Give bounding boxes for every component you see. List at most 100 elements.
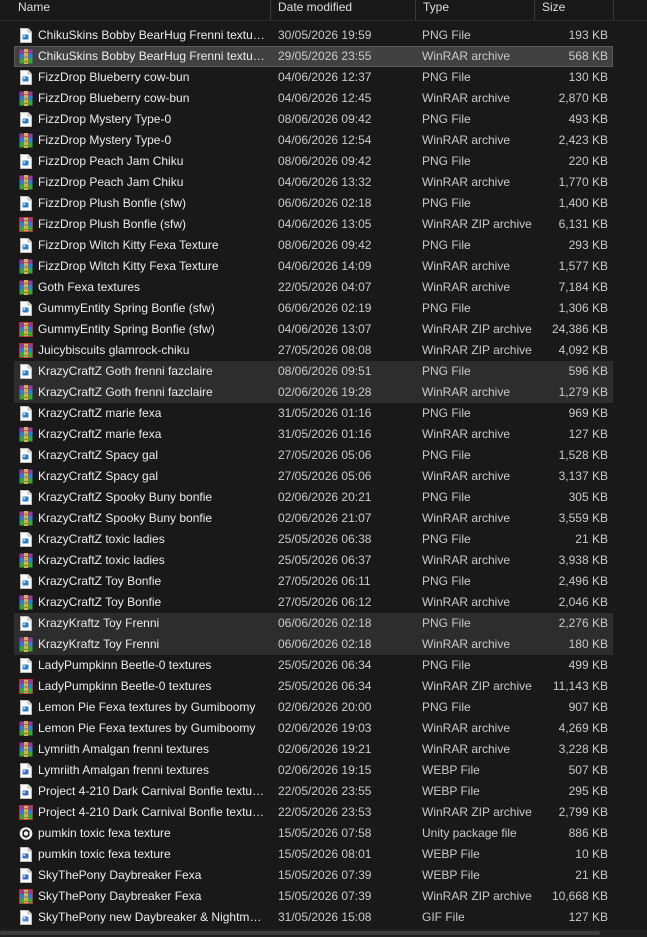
column-header-size[interactable]: Size bbox=[542, 0, 565, 20]
column-divider[interactable] bbox=[613, 0, 614, 20]
file-row[interactable]: FizzDrop Plush Bonfie (sfw) 04/06/2026 13… bbox=[14, 214, 613, 235]
column-divider[interactable] bbox=[415, 0, 416, 20]
file-size: 7,184 KB bbox=[558, 280, 608, 294]
file-row[interactable]: FizzDrop Blueberry cow-bun 04/06/2026 12:… bbox=[14, 67, 613, 88]
file-type: PNG File bbox=[422, 238, 471, 252]
winrar-archive-icon bbox=[19, 259, 33, 274]
column-header-date-modified[interactable]: Date modified bbox=[278, 0, 352, 20]
file-row[interactable]: FizzDrop Mystery Type-0 08/06/2026 09:42 P… bbox=[14, 109, 613, 130]
file-row[interactable]: KrazyCraftZ Toy Bonfie 27/05/2026 06:12 Wi… bbox=[14, 592, 613, 613]
file-size: 3,938 KB bbox=[558, 553, 608, 567]
file-date-modified: 08/06/2026 09:51 bbox=[278, 364, 372, 378]
file-date-modified: 08/06/2026 09:42 bbox=[278, 238, 372, 252]
file-row[interactable]: ChikuSkins Bobby BearHug Frenni textures… bbox=[14, 46, 613, 67]
file-type: WEBP File bbox=[422, 847, 480, 861]
file-row[interactable]: pumkin toxic fexa texture 15/05/2026 07:5… bbox=[14, 823, 613, 844]
file-name: FizzDrop Witch Kitty Fexa Texture bbox=[38, 238, 219, 252]
file-size: 596 KB bbox=[568, 364, 608, 378]
file-row[interactable]: KrazyCraftZ Spooky Buny bonfie 02/06/2026… bbox=[14, 487, 613, 508]
column-header-name[interactable]: Name bbox=[18, 0, 50, 20]
file-name: LadyPumpkinn Beetle-0 textures bbox=[38, 679, 212, 693]
file-row[interactable]: FizzDrop Blueberry cow-bun 04/06/2026 12:… bbox=[14, 88, 613, 109]
png-file-icon bbox=[19, 490, 33, 505]
file-row[interactable]: LadyPumpkinn Beetle-0 textures 25/05/2026… bbox=[14, 655, 613, 676]
file-row[interactable]: KrazyCraftZ Spooky Buny bonfie 02/06/2026… bbox=[14, 508, 613, 529]
file-date-modified: 04/06/2026 13:32 bbox=[278, 175, 372, 189]
webp-file-icon bbox=[19, 763, 33, 778]
winrar-archive-icon bbox=[19, 637, 33, 652]
file-size: 886 KB bbox=[568, 826, 608, 840]
file-row[interactable]: FizzDrop Plush Bonfie (sfw) 06/06/2026 02… bbox=[14, 193, 613, 214]
file-type: WinRAR archive bbox=[422, 553, 511, 567]
file-row[interactable]: FizzDrop Witch Kitty Fexa Texture 04/06/2… bbox=[14, 256, 613, 277]
file-row[interactable]: Lymriith Amalgan frenni textures 02/06/20… bbox=[14, 739, 613, 760]
file-row[interactable]: KrazyCraftZ Toy Bonfie 27/05/2026 06:11 PN… bbox=[14, 571, 613, 592]
file-type: WinRAR archive bbox=[422, 511, 511, 525]
winrar-archive-icon bbox=[19, 469, 33, 484]
file-size: 907 KB bbox=[568, 700, 608, 714]
file-size: 2,276 KB bbox=[558, 616, 608, 630]
file-size: 1,577 KB bbox=[558, 259, 608, 273]
file-type: WinRAR archive bbox=[422, 91, 511, 105]
column-divider[interactable] bbox=[270, 0, 271, 20]
file-date-modified: 08/06/2026 09:42 bbox=[278, 154, 372, 168]
file-row[interactable]: KrazyCraftZ Spacy gal 27/05/2026 05:06 Win… bbox=[14, 466, 613, 487]
file-size: 2,496 KB bbox=[558, 574, 608, 588]
file-row[interactable]: Lemon Pie Fexa textures by Gumiboomy 02/0… bbox=[14, 718, 613, 739]
file-date-modified: 22/05/2026 23:55 bbox=[278, 784, 372, 798]
webp-file-icon bbox=[19, 847, 33, 862]
file-type: WEBP File bbox=[422, 763, 480, 777]
file-name: FizzDrop Peach Jam Chiku bbox=[38, 175, 184, 189]
file-date-modified: 02/06/2026 19:21 bbox=[278, 742, 372, 756]
file-row[interactable]: GummyEntity Spring Bonfie (sfw) 04/06/202… bbox=[14, 319, 613, 340]
file-row[interactable]: Lemon Pie Fexa textures by Gumiboomy 02/0… bbox=[14, 697, 613, 718]
file-row[interactable]: Project 4-210 Dark Carnival Bonfie textu… bbox=[14, 802, 613, 823]
column-header-type[interactable]: Type bbox=[423, 0, 449, 20]
file-name: LadyPumpkinn Beetle-0 textures bbox=[38, 658, 212, 672]
file-date-modified: 06/06/2026 02:19 bbox=[278, 301, 372, 315]
png-file-icon bbox=[19, 658, 33, 673]
file-row[interactable]: KrazyKraftz Toy Frenni 06/06/2026 02:18 PN… bbox=[14, 613, 613, 634]
file-row[interactable]: KrazyCraftZ Spacy gal 27/05/2026 05:06 PNG… bbox=[14, 445, 613, 466]
file-date-modified: 15/05/2026 07:39 bbox=[278, 868, 372, 882]
file-date-modified: 02/06/2026 21:07 bbox=[278, 511, 372, 525]
file-date-modified: 27/05/2026 06:12 bbox=[278, 595, 372, 609]
file-row[interactable]: Goth Fexa textures 22/05/2026 04:07 WinRAR… bbox=[14, 277, 613, 298]
winrar-zip-archive-icon bbox=[19, 217, 33, 232]
file-row[interactable]: FizzDrop Peach Jam Chiku 04/06/2026 13:32… bbox=[14, 172, 613, 193]
file-row[interactable]: KrazyCraftZ marie fexa 31/05/2026 01:16 Wi… bbox=[14, 424, 613, 445]
winrar-archive-icon bbox=[19, 595, 33, 610]
winrar-archive-icon bbox=[19, 511, 33, 526]
file-row[interactable]: LadyPumpkinn Beetle-0 textures 25/05/2026… bbox=[14, 676, 613, 697]
file-row[interactable]: Project 4-210 Dark Carnival Bonfie textu… bbox=[14, 781, 613, 802]
png-file-icon bbox=[19, 406, 33, 421]
file-row[interactable]: GummyEntity Spring Bonfie (sfw) 06/06/202… bbox=[14, 298, 613, 319]
file-type: PNG File bbox=[422, 658, 471, 672]
file-size: 3,559 KB bbox=[558, 511, 608, 525]
file-row[interactable]: ChikuSkins Bobby BearHug Frenni textures… bbox=[14, 25, 613, 46]
file-row[interactable]: SkyThePony Daybreaker Fexa 15/05/2026 07:… bbox=[14, 865, 613, 886]
file-row[interactable]: KrazyCraftZ toxic ladies 25/05/2026 06:38… bbox=[14, 529, 613, 550]
file-row[interactable]: Juicybiscuits glamrock-chiku 27/05/2026 0… bbox=[14, 340, 613, 361]
file-date-modified: 27/05/2026 05:06 bbox=[278, 469, 372, 483]
file-date-modified: 25/05/2026 06:37 bbox=[278, 553, 372, 567]
file-row[interactable]: KrazyCraftZ marie fexa 31/05/2026 01:16 PN… bbox=[14, 403, 613, 424]
file-date-modified: 25/05/2026 06:34 bbox=[278, 658, 372, 672]
horizontal-scrollbar-thumb[interactable] bbox=[0, 931, 600, 935]
file-row[interactable]: KrazyCraftZ Goth frenni fazclaire 02/06/2… bbox=[14, 382, 613, 403]
file-date-modified: 25/05/2026 06:34 bbox=[278, 679, 372, 693]
file-row[interactable]: SkyThePony new Daybreaker & Nightma... 31… bbox=[14, 907, 613, 928]
file-date-modified: 31/05/2026 01:16 bbox=[278, 406, 372, 420]
file-row[interactable]: FizzDrop Witch Kitty Fexa Texture 08/06/2… bbox=[14, 235, 613, 256]
file-row[interactable]: SkyThePony Daybreaker Fexa 15/05/2026 07:… bbox=[14, 886, 613, 907]
file-row[interactable]: KrazyKraftz Toy Frenni 06/06/2026 02:18 Wi… bbox=[14, 634, 613, 655]
file-row[interactable]: KrazyCraftZ Goth frenni fazclaire 08/06/2… bbox=[14, 361, 613, 382]
file-row[interactable]: Lymriith Amalgan frenni textures 02/06/20… bbox=[14, 760, 613, 781]
file-row[interactable]: KrazyCraftZ toxic ladies 25/05/2026 06:37… bbox=[14, 550, 613, 571]
file-size: 499 KB bbox=[568, 658, 608, 672]
file-row[interactable]: FizzDrop Mystery Type-0 04/06/2026 12:54 W… bbox=[14, 130, 613, 151]
file-row[interactable]: FizzDrop Peach Jam Chiku 08/06/2026 09:42… bbox=[14, 151, 613, 172]
file-row[interactable]: pumkin toxic fexa texture 15/05/2026 08:0… bbox=[14, 844, 613, 865]
file-type: PNG File bbox=[422, 700, 471, 714]
column-divider[interactable] bbox=[534, 0, 535, 20]
